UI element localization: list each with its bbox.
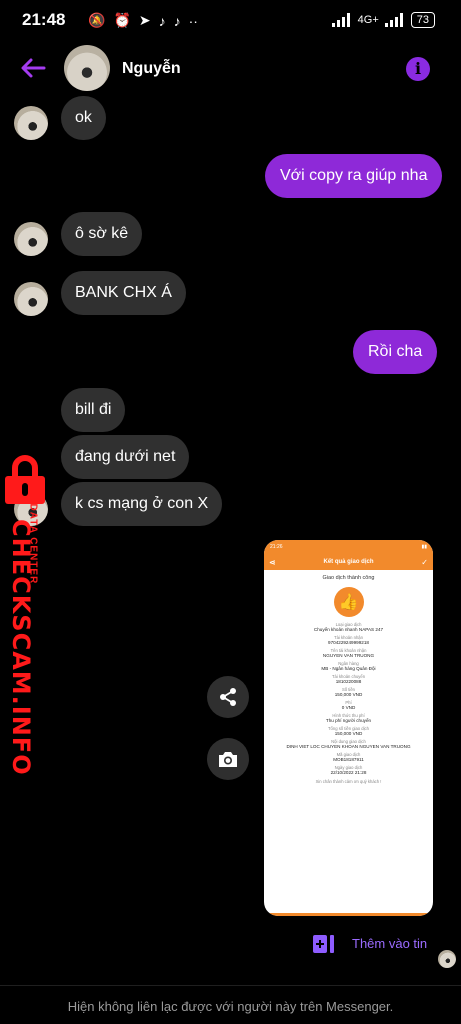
lock-icon (5, 455, 45, 504)
receipt-check-icon: ✓ (421, 557, 428, 567)
message-bubble-in[interactable]: BANK CHX Á (61, 271, 186, 315)
receipt-share-icon: ⋖ (269, 557, 276, 567)
telegram-icon: ➤ (138, 12, 151, 28)
share-icon (220, 688, 236, 706)
field-value: 0 VND (341, 705, 356, 710)
receipt-status: Giao dịch thành công (322, 575, 375, 581)
message-bubble-in[interactable]: bill đi (61, 388, 126, 432)
receipt-image[interactable]: 21:26 ▮▮ ⋖ Kết quả giao dịch ✓ Giao dịch… (264, 540, 433, 916)
message-bubble-in[interactable]: ok (61, 96, 106, 140)
receipt-footer-bar (264, 913, 433, 916)
tiktok-icon-2: ♪ (173, 12, 181, 29)
message-bubble-out[interactable]: Rồi cha (353, 330, 438, 374)
field-value: 1810220088 (335, 679, 362, 684)
sender-avatar[interactable] (14, 222, 48, 256)
receipt-status-bar: 21:26 ▮▮ (264, 540, 433, 554)
arrow-left-icon[interactable] (18, 56, 48, 80)
message-bubble-in[interactable]: ô sờ kê (61, 212, 143, 256)
receipt-thanks: Xin chân thành cảm ơn quý khách ! (315, 779, 382, 784)
receipt-fields: Loại giao dịch Chuyển khoản nhanh NAPAS … (264, 622, 433, 776)
field-value: 150,000 VND (334, 692, 363, 697)
thumbs-up-icon: 👍 (333, 587, 364, 617)
receipt-time: 21:26 (270, 544, 283, 550)
field-value: Chuyển khoản nhanh NAPAS 247 (313, 627, 384, 632)
field-value: MB - Ngân hàng Quân Đội (321, 666, 376, 671)
message-bubble-in[interactable]: đang dưới net (61, 435, 190, 479)
signal-icon (331, 13, 350, 27)
receipt-battery-icon: ▮▮ (421, 544, 427, 550)
receipt-title: Kết quả giao dịch (323, 559, 374, 565)
add-to-story-button[interactable]: Thêm vào tin (352, 936, 427, 951)
watermark-site: CHECKSCAM.INFO (7, 519, 35, 776)
network-type: 4G+ (357, 14, 379, 26)
signal-icon-2 (384, 13, 403, 27)
contact-avatar[interactable] (64, 45, 110, 91)
share-button[interactable] (207, 676, 249, 718)
camera-icon (219, 752, 237, 767)
receipt-title-bar: ⋖ Kết quả giao dịch ✓ (264, 554, 433, 570)
contact-name[interactable]: Nguyễn (122, 60, 181, 78)
seen-avatar (438, 950, 456, 968)
mute-bell-icon: 🔕 (88, 12, 106, 28)
sender-avatar[interactable] (14, 282, 48, 316)
battery-level: 73 (410, 12, 435, 28)
field-value: 9704229249999218 (328, 640, 369, 645)
footer-notice: Hiện không liên lạc được với người này t… (67, 999, 394, 1014)
tiktok-icon: ♪ (158, 12, 166, 29)
status-right: 4G+ 73 (331, 12, 435, 28)
message-bubble-in[interactable]: k cs mạng ở con X (61, 482, 223, 526)
info-icon[interactable]: i (406, 57, 430, 81)
message-bubble-out[interactable]: Với copy ra giúp nha (265, 154, 443, 198)
field-value: MOB18187911 (333, 757, 364, 762)
status-time: 21:48 (22, 10, 66, 29)
field-value: Thu phí người chuyển (325, 718, 372, 723)
field-value: DINH VIET LOC CHUYEN KHOAN NGUYEN VAN TR… (286, 744, 411, 749)
sender-avatar[interactable] (14, 106, 48, 140)
alarm-icon: ⏰ (113, 12, 131, 28)
field-value: NGUYEN VAN TRUONG (322, 653, 375, 658)
footer-divider (0, 985, 461, 986)
field-value: 150,000 VND (334, 731, 363, 736)
more-dots-icon: ·· (188, 12, 198, 29)
add-story-icon[interactable] (312, 933, 336, 955)
camera-button[interactable] (207, 738, 249, 780)
notification-icons: 🔕 ⏰ ➤ ♪ ♪ ·· (88, 12, 198, 29)
field-value: 22/10/2022 21:28 (330, 770, 367, 775)
